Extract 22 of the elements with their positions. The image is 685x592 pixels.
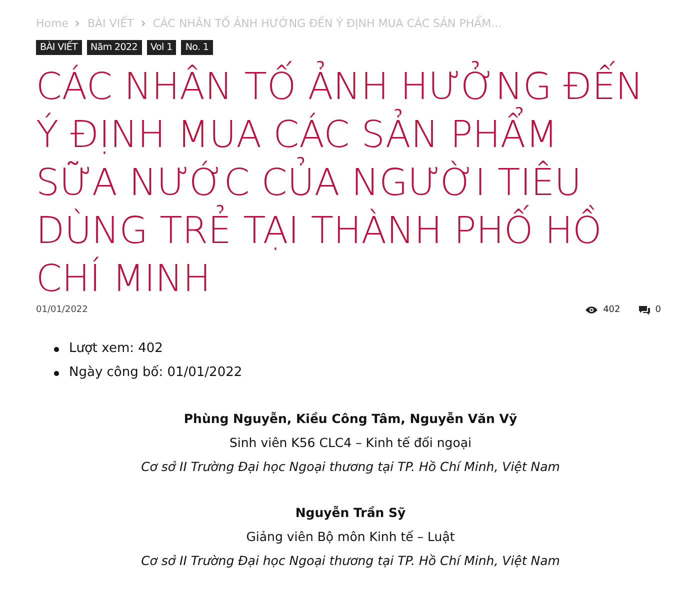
- comment-icon: [639, 306, 650, 314]
- info-item: Lượt xem: 402: [69, 340, 163, 358]
- chevron-icon: [75, 20, 80, 26]
- info-item: Ngày công bố: 01/01/2022: [69, 364, 242, 382]
- view-count: 402: [603, 305, 620, 315]
- category-tag[interactable]: Năm 2022: [86, 40, 142, 55]
- author-affiliation: Cơ sở II Trường Đại học Ngoại thương tại TP. Hồ Chí Minh, Việt Nam: [140, 552, 561, 570]
- category-tag[interactable]: BÀI VIẾT: [36, 40, 82, 55]
- category-tag[interactable]: No. 1: [181, 40, 213, 55]
- eye-icon: [585, 306, 598, 314]
- author-role: Sinh viên K56 CLC4 – Kinh tế đối ngoại: [228, 434, 473, 452]
- post-date: 01/01/2022: [36, 305, 88, 315]
- author-affiliation: Cơ sở II Trường Đại học Ngoại thương tại TP. Hồ Chí Minh, Việt Nam: [140, 458, 561, 476]
- author-names: Nguyễn Trần Sỹ: [294, 504, 407, 522]
- chevron-icon: [140, 20, 146, 26]
- author-names: Phùng Nguyễn, Kiều Công Tâm, Nguyễn Văn Vỹ: [182, 410, 518, 428]
- article-title: CÁC NHÂN TỐ ẢNH HƯỞNG ĐẾN Ý ĐỊNH MUA CÁC SẢN PHẨM SỮA NƯỚC CỦA NGƯỜI TIÊU DÙNG TRẺ TẠI THÀNH PHỐ HỒ CHÍ MINH: [36, 59, 645, 303]
- comment-count: 0: [655, 305, 661, 315]
- bullet-icon: [54, 346, 59, 352]
- bullet-icon: [54, 370, 59, 376]
- author-role: Giảng viên Bộ môn Kinh tế – Luật: [245, 528, 456, 546]
- category-tag[interactable]: Vol 1: [146, 40, 176, 55]
